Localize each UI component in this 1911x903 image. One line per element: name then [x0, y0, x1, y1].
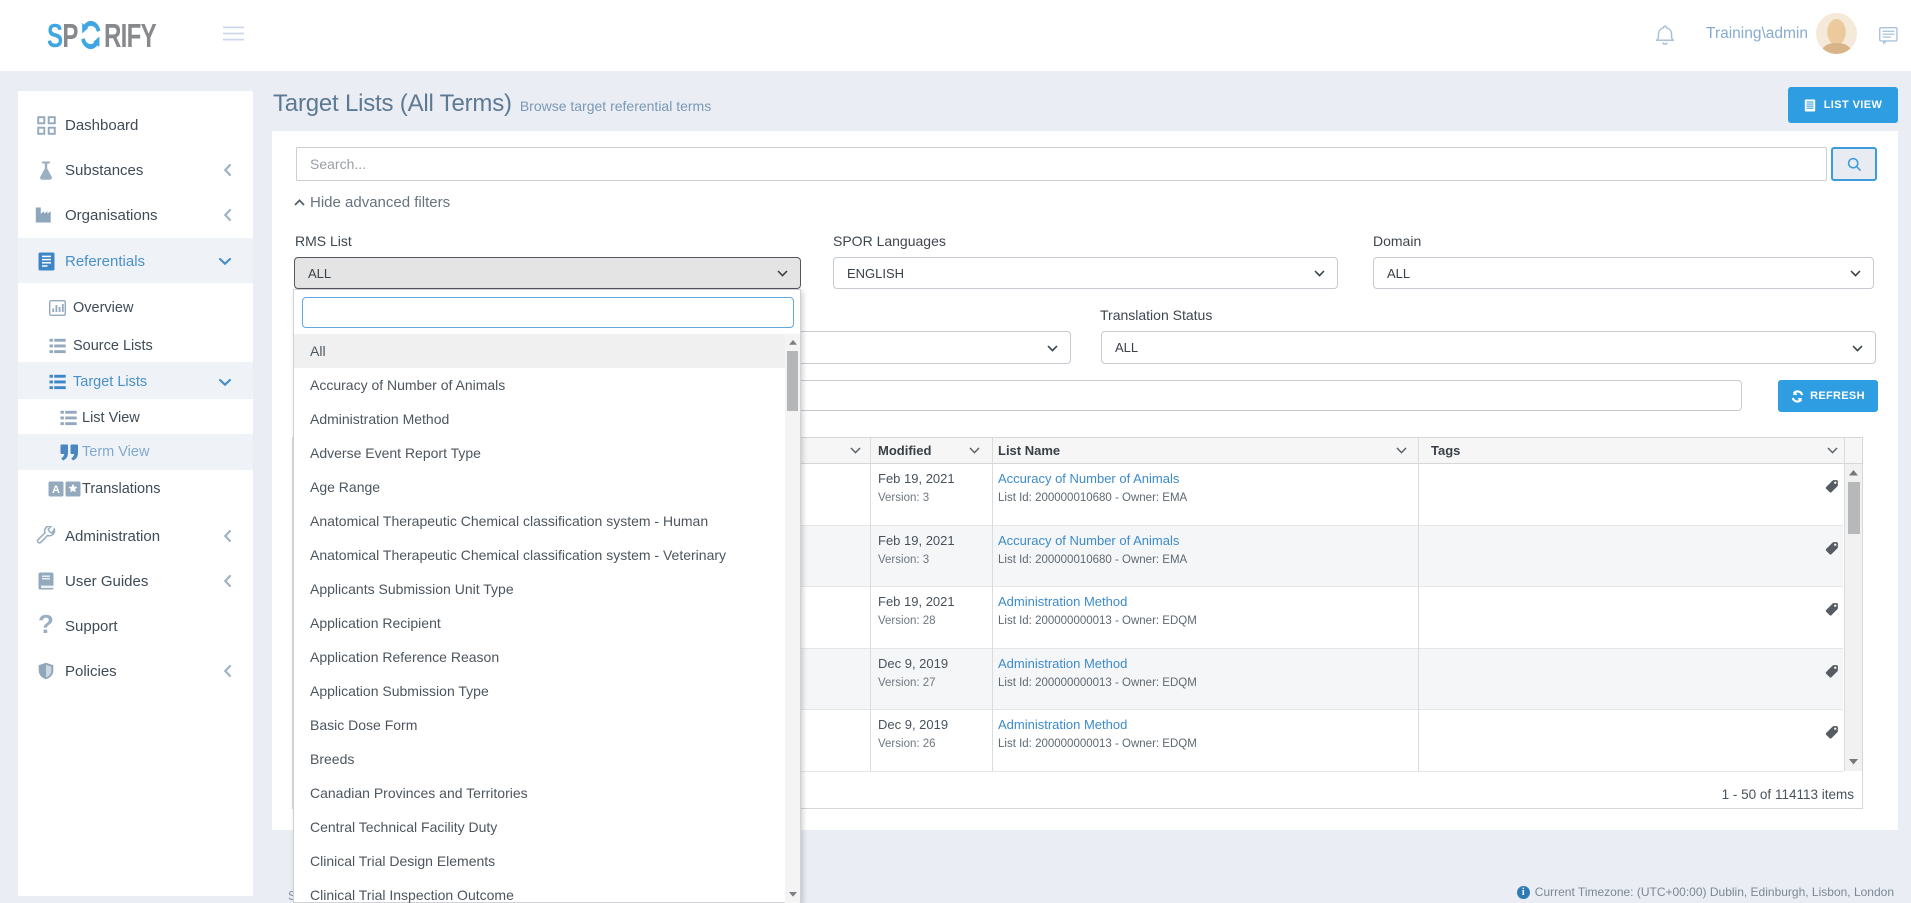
svg-text:A: A: [52, 484, 60, 496]
